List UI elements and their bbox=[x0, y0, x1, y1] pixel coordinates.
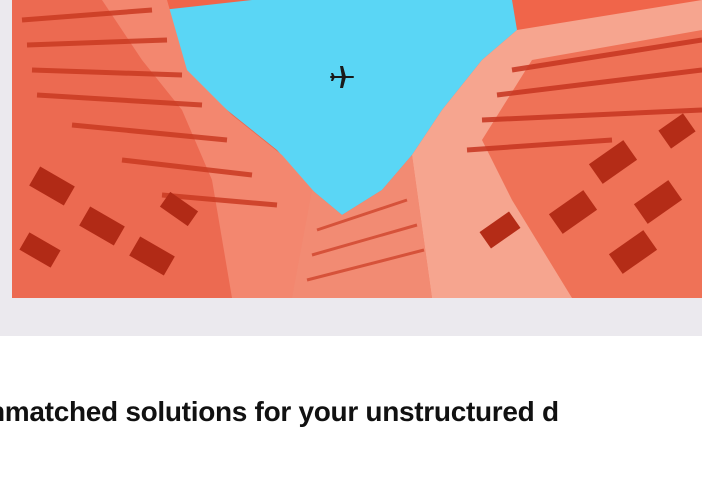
page: nmatched solutions for your unstructured… bbox=[0, 0, 702, 490]
section-headline: nmatched solutions for your unstructured… bbox=[0, 396, 559, 427]
hero-section bbox=[0, 0, 702, 336]
hero-image bbox=[12, 0, 702, 298]
